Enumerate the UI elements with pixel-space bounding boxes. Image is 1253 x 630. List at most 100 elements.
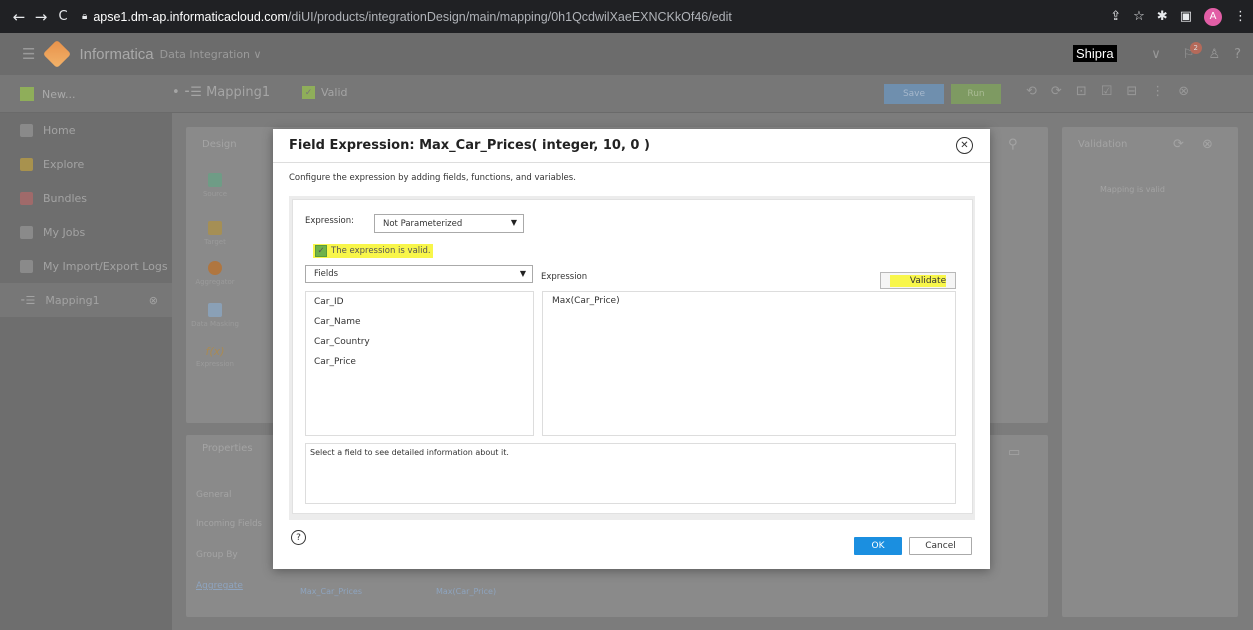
dialog-title: Field Expression: Max_Car_Prices( intege…	[289, 138, 650, 153]
validation-panel	[1062, 127, 1238, 617]
reload-icon[interactable]: C	[52, 9, 74, 24]
parameters-icon[interactable]: ⊟	[1126, 84, 1137, 99]
agg-field-name: Max_Car_Prices	[300, 587, 362, 596]
back-icon[interactable]: ←	[8, 8, 30, 26]
fields-dropdown-value: Fields	[314, 269, 339, 279]
user-name[interactable]: Shipra	[1073, 45, 1117, 62]
browser-toolbar: ← → C 🔒︎ apse1.dm-ap.informaticacloud.co…	[0, 0, 1253, 33]
side-panel-icon[interactable]: ▣	[1180, 9, 1192, 24]
user-menu-chevron-icon[interactable]: ∨	[1151, 47, 1161, 62]
address-bar[interactable]: apse1.dm-ap.informaticacloud.com/diUI/pr…	[93, 10, 732, 24]
help-icon[interactable]: ?	[1234, 47, 1241, 62]
bookmark-star-icon[interactable]: ☆	[1133, 9, 1145, 24]
run-button[interactable]: Run	[951, 84, 1001, 104]
sidebar-item-label: My Import/Export Logs	[43, 259, 168, 273]
sidebar-item-mapping1[interactable]: ⁃☰ Mapping1 ⊗	[0, 283, 172, 317]
save-button[interactable]: Save	[884, 84, 944, 104]
target-icon	[208, 221, 222, 235]
title-divider	[273, 162, 990, 163]
validate-panel-icon[interactable]: ☑	[1101, 84, 1113, 99]
expression-icon: f(x)	[205, 345, 225, 358]
props-group-by[interactable]: Group By	[196, 550, 238, 560]
sidebar-item-explore[interactable]: Explore	[0, 147, 172, 181]
sidebar-item-home[interactable]: Home	[0, 113, 172, 147]
zoom-icon[interactable]: ⚲	[1008, 137, 1018, 152]
palette-label: Data Masking	[191, 320, 239, 328]
props-incoming-fields[interactable]: Incoming Fields	[196, 519, 262, 529]
new-button[interactable]: New...	[20, 87, 75, 101]
hamburger-menu-icon[interactable]: ☰	[22, 45, 35, 63]
ok-button[interactable]: OK	[854, 537, 902, 555]
fields-dropdown[interactable]: Fields ▼	[305, 265, 533, 283]
close-dialog-icon[interactable]: ✕	[956, 137, 973, 154]
parameter-mode-select[interactable]: Not Parameterized ▼	[374, 214, 524, 233]
dropdown-arrow-icon: ▼	[510, 218, 517, 227]
redo-icon[interactable]: ⟳	[1051, 84, 1062, 99]
field-item[interactable]: Car_Country	[314, 337, 370, 347]
sidebar-item-bundles[interactable]: Bundles	[0, 181, 172, 215]
user-icon[interactable]: ♙	[1208, 47, 1220, 62]
url-path: /diUI/products/integrationDesign/main/ma…	[287, 9, 732, 24]
props-general[interactable]: General	[196, 490, 231, 500]
field-info-text: Select a field to see detailed informati…	[310, 448, 509, 457]
sidebar-item-import-export-logs[interactable]: My Import/Export Logs	[0, 249, 172, 283]
mapping-tab-icon: ⁃☰	[20, 293, 36, 307]
more-options-icon[interactable]: ⋮	[1151, 84, 1164, 99]
palette-source[interactable]: Source	[190, 173, 240, 198]
product-switcher[interactable]: Data Integration ∨	[160, 48, 262, 61]
palette-label: Expression	[196, 360, 234, 368]
new-icon	[20, 87, 34, 101]
expression-heading: Expression	[541, 272, 588, 282]
browser-menu-icon[interactable]: ⋮	[1234, 9, 1247, 24]
sidebar-item-label: Bundles	[43, 191, 88, 205]
expression-editor[interactable]	[542, 291, 956, 436]
sidebar-item-label: Mapping1	[45, 293, 100, 307]
close-mapping-icon[interactable]: ⊗	[1178, 84, 1189, 99]
validation-title: Validation	[1078, 139, 1128, 150]
dialog-help-icon[interactable]: ?	[291, 530, 306, 545]
field-item[interactable]: Car_ID	[314, 297, 344, 307]
informatica-logo-icon	[43, 39, 72, 69]
properties-tab[interactable]: Properties	[202, 443, 253, 454]
parameter-mode-value: Not Parameterized	[383, 218, 463, 229]
forward-icon[interactable]: →	[30, 8, 52, 26]
palette-label: Aggregator	[195, 278, 235, 286]
jobs-icon	[20, 225, 33, 239]
close-tab-icon[interactable]: ⊗	[149, 294, 158, 307]
profile-avatar[interactable]: A	[1204, 7, 1222, 26]
folder-icon	[20, 157, 33, 171]
validate-button[interactable]: Validate	[880, 272, 956, 289]
props-aggregate[interactable]: Aggregate	[196, 581, 243, 591]
undo-icon[interactable]: ⟲	[1026, 84, 1037, 99]
design-title: Design	[202, 139, 237, 150]
panel-maximize-icon[interactable]: ▭	[1008, 445, 1020, 460]
sidebar: Home Explore Bundles My Jobs My Import/E…	[0, 113, 172, 630]
mapping-title: • ⁃☰ Mapping1	[172, 85, 270, 100]
share-icon[interactable]: ⇪	[1110, 9, 1121, 24]
data-masking-icon	[208, 303, 222, 317]
sidebar-item-label: My Jobs	[43, 225, 86, 239]
cancel-button[interactable]: Cancel	[909, 537, 972, 555]
validation-result: ✓ The expression is valid.	[313, 244, 433, 258]
refresh-validation-icon[interactable]: ⟳	[1173, 137, 1184, 152]
field-item[interactable]: Car_Price	[314, 357, 356, 367]
notifications-icon[interactable]: ⚐ 2	[1183, 41, 1202, 62]
mapping-toolbar: New... • ⁃☰ Mapping1 ✓ Valid Save Run ⟲ …	[0, 75, 1253, 113]
valid-check-icon: ✓	[302, 86, 315, 99]
extensions-icon[interactable]: ✱	[1157, 9, 1168, 24]
palette-expression[interactable]: f(x) Expression	[190, 345, 240, 368]
agg-field-expression: Max(Car_Price)	[436, 587, 497, 596]
field-item[interactable]: Car_Name	[314, 317, 361, 327]
palette-target[interactable]: Target	[190, 221, 240, 246]
fields-list[interactable]: Car_ID Car_Name Car_Country Car_Price	[305, 291, 534, 436]
palette-data-masking[interactable]: Data Masking	[190, 303, 240, 328]
brand-name: Informatica	[79, 45, 154, 63]
url-host: apse1.dm-ap.informaticacloud.com	[93, 9, 288, 24]
arrange-icon[interactable]: ⊡	[1076, 84, 1087, 99]
lock-icon[interactable]: 🔒︎	[82, 11, 87, 22]
palette-aggregator[interactable]: Aggregator	[190, 261, 240, 286]
expression-mode-label: Expression:	[305, 216, 355, 226]
close-validation-icon[interactable]: ⊗	[1202, 137, 1213, 152]
sidebar-item-my-jobs[interactable]: My Jobs	[0, 215, 172, 249]
mapping-name: Mapping1	[206, 85, 271, 100]
